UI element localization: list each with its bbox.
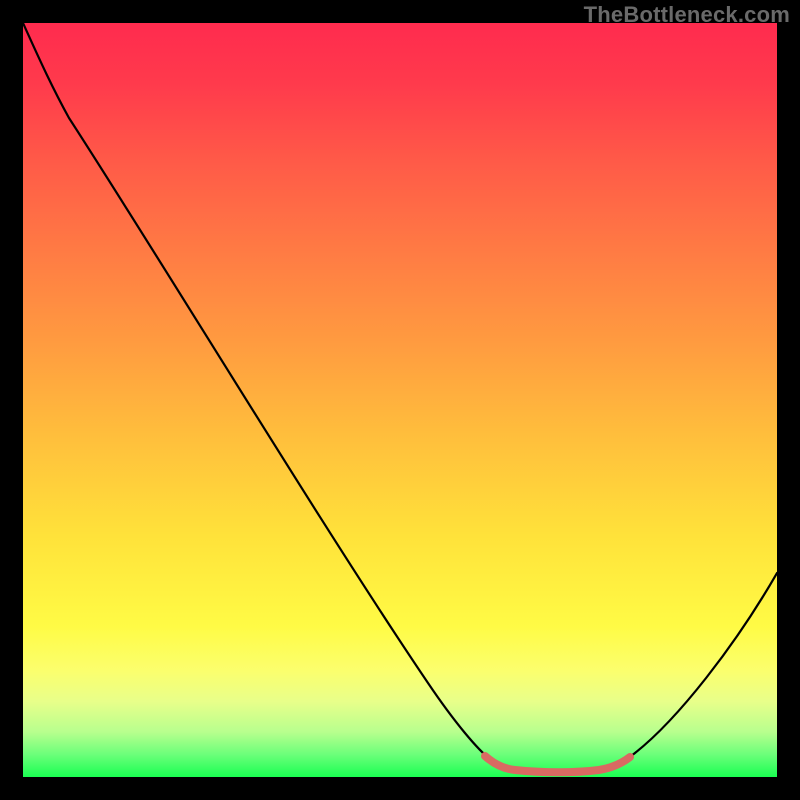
- optimal-range-highlight: [485, 756, 630, 772]
- plot-area: [23, 23, 777, 777]
- bottleneck-curve: [23, 23, 777, 772]
- curve-layer: [23, 23, 777, 777]
- chart-frame: TheBottleneck.com: [0, 0, 800, 800]
